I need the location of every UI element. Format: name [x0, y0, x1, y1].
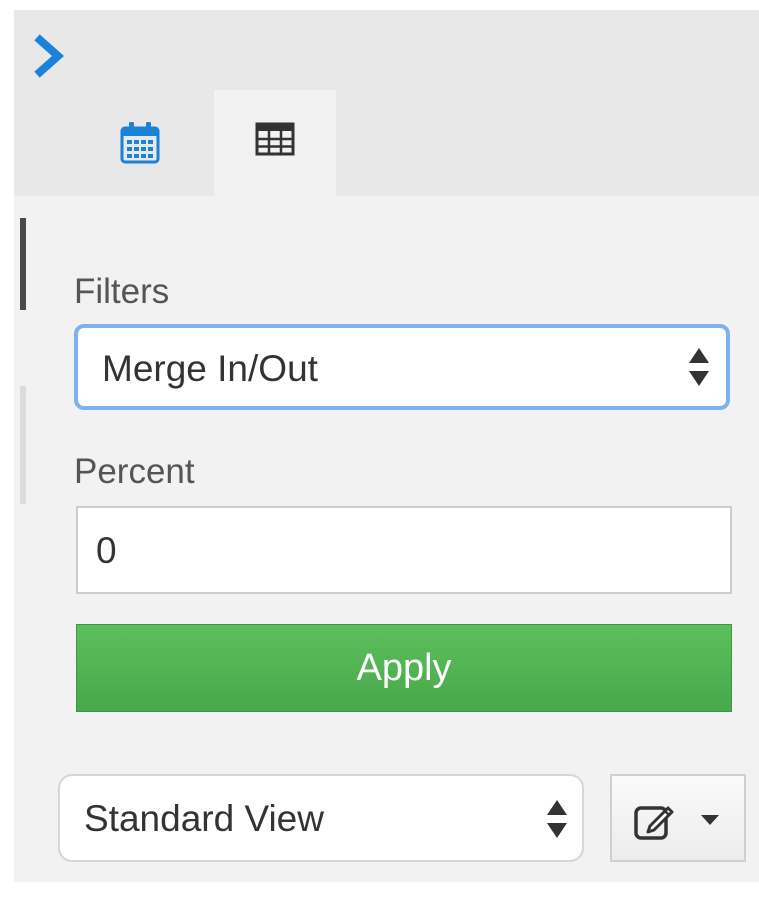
percent-input-value: 0 [96, 530, 117, 571]
calendar-icon [120, 122, 160, 164]
apply-button-label: Apply [356, 647, 452, 689]
percent-input[interactable]: 0 [76, 506, 732, 594]
edit-icon [634, 806, 674, 840]
filters-select[interactable]: Merge In/Out [74, 324, 730, 410]
sidebar-panel: Filters Merge In/Out Percent 0 Apply Sta… [14, 10, 759, 882]
percent-label: Percent [74, 452, 195, 491]
view-select-value: Standard View [84, 798, 324, 839]
collapse-toggle[interactable] [32, 34, 66, 78]
filters-select-value: Merge In/Out [102, 348, 318, 389]
caret-down-icon [701, 815, 719, 825]
sidebar-header [14, 10, 759, 196]
table-grid-icon [255, 122, 295, 156]
chevron-right-icon [34, 34, 65, 78]
panel-edge-divider [20, 386, 26, 504]
scroll-indicator [20, 218, 26, 310]
tab-table[interactable] [214, 90, 336, 196]
edit-view-dropdown-button[interactable] [610, 774, 746, 862]
select-updown-icon [689, 348, 709, 386]
tab-calendar[interactable] [80, 90, 202, 196]
select-updown-icon [547, 800, 567, 838]
view-select[interactable]: Standard View [58, 774, 584, 862]
apply-button[interactable]: Apply [76, 624, 732, 712]
filters-label: Filters [74, 272, 170, 311]
